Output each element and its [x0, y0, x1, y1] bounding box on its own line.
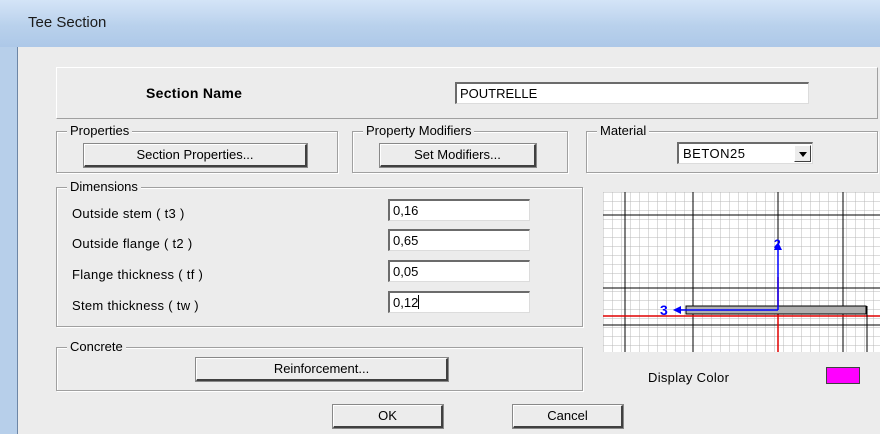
outside-stem-input[interactable]: 0,16 — [388, 199, 530, 221]
axis-2-label: 2 — [774, 237, 781, 251]
material-group-label: Material — [597, 123, 650, 139]
section-preview-graphic — [603, 192, 880, 352]
stem-thickness-input[interactable]: 0,12 — [388, 291, 530, 313]
title-bar[interactable]: Tee Section — [0, 0, 880, 47]
concrete-group: Concrete Reinforcement... — [56, 339, 583, 391]
text-caret — [418, 295, 420, 309]
material-group: Material BETON25 — [586, 123, 878, 173]
chevron-down-icon — [799, 152, 807, 157]
window-frame-left — [0, 47, 18, 434]
section-preview: 2 3 — [603, 192, 880, 352]
dialog-body: Section Name POUTRELLE Properties Sectio… — [18, 47, 880, 434]
set-modifiers-button[interactable]: Set Modifiers... — [379, 143, 537, 168]
material-select[interactable]: BETON25 — [677, 142, 813, 164]
section-name-panel: Section Name POUTRELLE — [56, 67, 878, 119]
flange-thickness-label: Flange thickness ( tf ) — [72, 267, 204, 282]
outside-flange-label: Outside flange ( t2 ) — [72, 236, 193, 251]
properties-group-label: Properties — [67, 123, 133, 139]
flange-thickness-input[interactable]: 0,05 — [388, 260, 530, 282]
cancel-button[interactable]: Cancel — [512, 404, 624, 429]
section-properties-button[interactable]: Section Properties... — [83, 143, 308, 168]
property-modifiers-group-label: Property Modifiers — [363, 123, 475, 139]
section-name-label: Section Name — [146, 85, 243, 101]
dropdown-arrow-button[interactable] — [794, 145, 811, 162]
outside-flange-input[interactable]: 0,65 — [388, 229, 530, 251]
reinforcement-button[interactable]: Reinforcement... — [195, 357, 449, 382]
window-title: Tee Section — [28, 14, 107, 31]
concrete-group-label: Concrete — [67, 339, 126, 355]
outside-stem-label: Outside stem ( t3 ) — [72, 206, 185, 221]
material-selected-value: BETON25 — [683, 146, 746, 161]
dimensions-group-label: Dimensions — [67, 179, 141, 195]
display-color-swatch[interactable] — [826, 367, 860, 384]
ok-button[interactable]: OK — [332, 404, 444, 429]
axis-3-label: 3 — [660, 302, 668, 318]
section-name-input[interactable]: POUTRELLE — [455, 82, 809, 104]
stem-thickness-label: Stem thickness ( tw ) — [72, 298, 199, 313]
dimensions-group: Dimensions Outside stem ( t3 ) 0,16 Outs… — [56, 179, 583, 327]
property-modifiers-group: Property Modifiers Set Modifiers... — [352, 123, 568, 173]
display-color-label: Display Color — [648, 370, 730, 385]
properties-group: Properties Section Properties... — [56, 123, 338, 173]
stem-thickness-value: 0,12 — [393, 295, 419, 310]
